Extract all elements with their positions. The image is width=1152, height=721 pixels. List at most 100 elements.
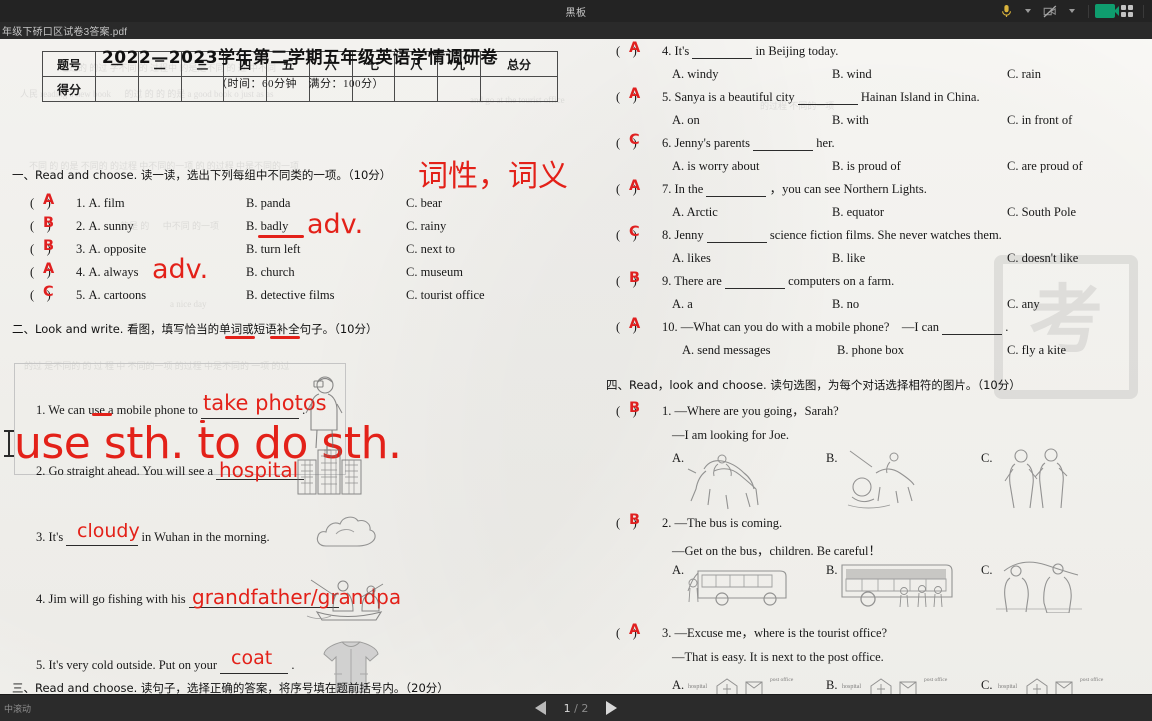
window-title: 黑板 bbox=[565, 8, 587, 19]
bus-illustration-a[interactable] bbox=[686, 561, 796, 609]
bus-illustration-b[interactable] bbox=[838, 559, 960, 611]
question-stem-tail: . bbox=[1005, 320, 1009, 334]
hospital-building-illustration bbox=[297, 446, 362, 495]
section1-annotation: 词性，词义 bbox=[418, 159, 568, 194]
choice-label-b[interactable]: B. bbox=[826, 678, 837, 693]
item-text: We can use a mobile phone to bbox=[48, 403, 198, 417]
question-stem: Jenny's parents bbox=[674, 136, 751, 150]
choice-label-a[interactable]: A. bbox=[672, 451, 684, 466]
horse-riding-illustration-a[interactable] bbox=[686, 451, 770, 511]
document-tab-strip[interactable] bbox=[0, 22, 1152, 39]
camera-off-icon[interactable] bbox=[1040, 2, 1060, 20]
choice-label-b[interactable]: B. bbox=[826, 563, 837, 578]
option-a: A. is worry about bbox=[672, 159, 760, 173]
question-number: 5. bbox=[76, 288, 86, 302]
answer-mark: A bbox=[629, 40, 641, 56]
answer-mark: A bbox=[629, 178, 641, 194]
dialog-line-1: —The bus is coming. bbox=[674, 516, 783, 530]
list-item: ( ) C 6. Jenny's parents her. bbox=[616, 132, 835, 151]
item-text: It's bbox=[48, 530, 64, 544]
list-item: ( ) B 2. —The bus is coming. bbox=[616, 512, 783, 530]
list-item: ( ) A 7. In the ，you can see Northern Lig… bbox=[616, 178, 927, 197]
section2-answer-5: coat bbox=[231, 647, 273, 669]
item-text: Go straight ahead. You will see a bbox=[48, 464, 214, 478]
choice-label-c[interactable]: C. bbox=[981, 451, 992, 466]
page-current: 1 bbox=[563, 701, 571, 715]
option-a: A. windy bbox=[672, 67, 719, 81]
horse-riding-illustration-b[interactable] bbox=[846, 447, 930, 513]
question-number: 8. bbox=[662, 228, 672, 242]
choice-label-a[interactable]: A. bbox=[672, 563, 684, 578]
question-number: 3. bbox=[662, 626, 672, 640]
grid-layout-icon[interactable] bbox=[1117, 2, 1137, 20]
page-indicator: 1 / 2 bbox=[564, 702, 589, 715]
option-c: C. bear bbox=[406, 196, 443, 210]
section4-heading: 四、Read，look and choose. 读句选图，为每个对话选择相符的图… bbox=[606, 378, 1021, 392]
choice-label-c[interactable]: C. bbox=[981, 678, 992, 693]
question-stem-tail: computers on a farm. bbox=[788, 274, 895, 288]
photographer-illustration bbox=[305, 376, 343, 449]
option-c: C. doesn't like bbox=[1007, 251, 1079, 265]
option-b: B. with bbox=[832, 113, 869, 127]
choice-label-c[interactable]: C. bbox=[981, 563, 992, 578]
answer-mark: C bbox=[43, 284, 54, 300]
answer-mark: B bbox=[43, 215, 55, 231]
section3-heading: 三、Read and choose. 读句子，选择正确的答案，将序号填在题前括号… bbox=[12, 681, 449, 694]
option-c: C. in front of bbox=[1007, 113, 1073, 127]
arrow-right-icon[interactable] bbox=[606, 701, 618, 715]
answer-mark: C bbox=[629, 224, 640, 240]
video-record-icon[interactable] bbox=[1095, 2, 1119, 20]
sign-pair-illustration-b[interactable]: hospital post office bbox=[842, 675, 972, 694]
option-a: A. film bbox=[88, 196, 125, 210]
question-stem: It's bbox=[674, 44, 690, 58]
section1-heading: 一、Read and choose. 读一读，选出下列每组中不同类的一项。（10… bbox=[12, 168, 392, 182]
list-item: ( ) A 4. It's in Beijing today. bbox=[616, 40, 839, 59]
choice-label-b[interactable]: B. bbox=[826, 451, 837, 466]
fishing-boat-illustration bbox=[306, 579, 384, 621]
answer-mark: B bbox=[43, 238, 55, 254]
arrow-left-icon[interactable] bbox=[534, 701, 546, 715]
list-item: ( ) A 1. A. film B. panda C. bear bbox=[30, 192, 443, 210]
option-a: A. always bbox=[88, 265, 139, 279]
option-row: A. is worry about B. is proud of C. are … bbox=[672, 160, 1152, 173]
question-number: 1. bbox=[662, 404, 672, 418]
list-item: ( ) A 4. A. always B. church C. museum bbox=[30, 261, 463, 279]
option-c: C. any bbox=[1007, 297, 1040, 311]
answer-mark: C bbox=[629, 132, 640, 148]
microphone-icon[interactable] bbox=[996, 2, 1016, 20]
question-stem-tail: ，you can see Northern Lights. bbox=[769, 182, 927, 196]
sign-pair-illustration-c[interactable]: hospital post office bbox=[998, 675, 1128, 694]
answer-mark: A bbox=[43, 261, 55, 277]
microphone-dropdown-chevron-down-icon[interactable] bbox=[1018, 2, 1038, 20]
option-b: B. turn left bbox=[246, 242, 301, 256]
pdf-page-canvas[interactable]: 通过的 的过 字不同 的 过程中 的是是不同 的 过 中不同 人民 readin… bbox=[0, 39, 1152, 694]
dialog-line-1: —Excuse me，where is the tourist office? bbox=[674, 626, 888, 640]
answer-mark: A bbox=[629, 86, 641, 102]
item-tail: . bbox=[291, 658, 295, 672]
top-toolbar: 黑板 bbox=[0, 0, 1152, 23]
section2-answer-2: hospital bbox=[219, 458, 299, 482]
sign-pair-illustration-a[interactable]: hospital post office bbox=[688, 675, 818, 694]
two-people-walking-illustration-c[interactable] bbox=[1001, 447, 1071, 511]
question-number: 5. bbox=[662, 90, 672, 104]
toolbar-divider-2 bbox=[1143, 4, 1144, 18]
option-c: C. tourist office bbox=[406, 288, 485, 302]
option-a: A. a bbox=[672, 297, 693, 311]
item-number: 3. bbox=[36, 530, 46, 544]
people-talking-illustration-c[interactable] bbox=[994, 557, 1084, 613]
pdf-filename-label: 年级下硚口区试卷3答案.pdf bbox=[2, 27, 128, 38]
choice-label-a[interactable]: A. bbox=[672, 678, 684, 693]
toolbar-controls bbox=[996, 0, 1148, 22]
camera-dropdown-chevron-down-icon[interactable] bbox=[1062, 2, 1082, 20]
option-row: A. on B. with C. in front of bbox=[672, 114, 1152, 127]
answer-mark: B bbox=[629, 400, 641, 416]
question-number: 4. bbox=[76, 265, 86, 279]
question-number: 1. bbox=[76, 196, 86, 210]
question-stem-tail: Hainan Island in China. bbox=[860, 90, 980, 104]
option-row: A. Arctic B. equator C. South Pole bbox=[672, 206, 1152, 219]
classin-whiteboard-window: 黑板 年级下硚口区试卷3答案.pdf 通过的 的过 字不同 的 过程中 的是是不… bbox=[0, 0, 1152, 721]
item-text: It's very cold outside. Put on your bbox=[48, 658, 218, 672]
page-separator: / bbox=[574, 701, 578, 715]
answer-mark: A bbox=[629, 316, 641, 332]
answer-mark: B bbox=[629, 270, 641, 286]
